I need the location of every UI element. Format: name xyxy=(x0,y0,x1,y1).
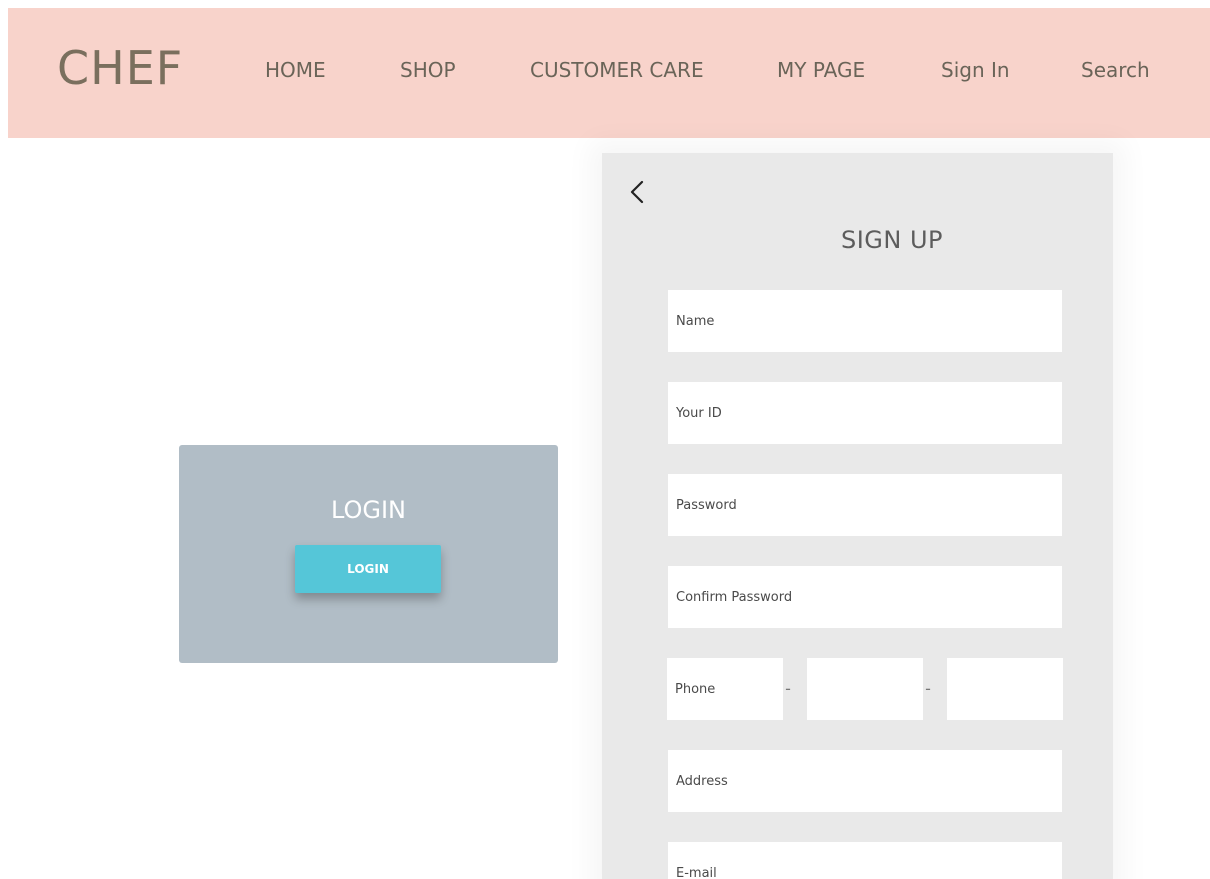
phone-part-1-input[interactable] xyxy=(667,658,783,720)
phone-part-2-input[interactable] xyxy=(807,658,923,720)
login-card: LOGIN LOGIN xyxy=(179,445,558,663)
address-input[interactable] xyxy=(668,750,1062,812)
nav-customer-care-link[interactable]: CUSTOMER CARE xyxy=(530,58,704,82)
nav-search-link[interactable]: Search xyxy=(1081,58,1150,82)
top-navigation-bar: CHEF HOME SHOP CUSTOMER CARE MY PAGE Sig… xyxy=(8,8,1210,138)
user-id-input[interactable] xyxy=(668,382,1062,444)
password-input[interactable] xyxy=(668,474,1062,536)
email-input[interactable] xyxy=(668,842,1062,879)
nav-home-link[interactable]: HOME xyxy=(265,58,326,82)
signup-title: SIGN UP xyxy=(840,226,944,254)
login-button[interactable]: LOGIN xyxy=(295,545,441,593)
chevron-left-icon[interactable] xyxy=(624,171,654,211)
nav-shop-link[interactable]: SHOP xyxy=(400,58,456,82)
phone-separator: - xyxy=(925,679,931,698)
signup-panel: SIGN UP - - xyxy=(602,153,1113,879)
phone-separator: - xyxy=(785,679,791,698)
nav-sign-in-link[interactable]: Sign In xyxy=(941,58,1010,82)
site-logo[interactable]: CHEF xyxy=(57,38,183,98)
nav-my-page-link[interactable]: MY PAGE xyxy=(777,58,865,82)
page: CHEF HOME SHOP CUSTOMER CARE MY PAGE Sig… xyxy=(0,0,1210,879)
name-input[interactable] xyxy=(668,290,1062,352)
phone-part-3-input[interactable] xyxy=(947,658,1063,720)
login-title: LOGIN xyxy=(330,496,407,524)
confirm-password-input[interactable] xyxy=(668,566,1062,628)
